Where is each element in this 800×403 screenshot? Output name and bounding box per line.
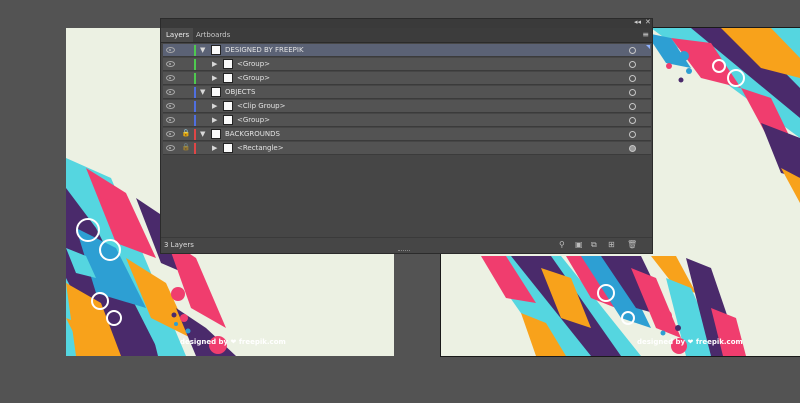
layer-thumbnail (211, 129, 221, 139)
target-circle-icon[interactable] (629, 89, 636, 96)
layer-color-bar (194, 101, 196, 112)
locate-object-icon[interactable]: ⚲ (559, 241, 565, 249)
target-circle-icon[interactable] (629, 131, 636, 138)
visibility-eye-icon[interactable] (166, 117, 175, 123)
new-layer-icon[interactable]: ⊞ (608, 241, 615, 249)
resize-grip[interactable] (398, 250, 410, 253)
expand-triangle-icon[interactable]: ▶ (212, 72, 217, 85)
layer-thumbnail (223, 59, 233, 69)
current-layer-indicator (646, 45, 650, 49)
layer-name[interactable]: BACKGROUNDS (225, 128, 280, 141)
visibility-eye-icon[interactable] (166, 103, 175, 109)
collapse-panel-button[interactable]: ◂◂ (634, 18, 641, 26)
left-credit-text: designed by ❤ freepik.com (180, 338, 286, 346)
panel-tab-bar: Layers Artboards ≡ (161, 28, 652, 43)
layer-thumbnail (223, 73, 233, 83)
layer-name[interactable]: DESIGNED BY FREEPIK (225, 44, 304, 57)
layer-thumbnail (223, 101, 233, 111)
layer-color-bar (194, 143, 196, 154)
expand-triangle-icon[interactable]: ▶ (212, 142, 217, 155)
target-circle-icon[interactable] (629, 47, 636, 54)
lock-toggle[interactable] (181, 87, 191, 98)
collapse-triangle-icon[interactable]: ▼ (200, 86, 205, 99)
lock-toggle[interactable] (181, 45, 191, 56)
layer-name[interactable]: OBJECTS (225, 86, 255, 99)
expand-triangle-icon[interactable]: ▶ (212, 114, 217, 127)
layer-color-bar (194, 115, 196, 126)
create-sublayer-icon[interactable]: ⧉ (591, 241, 597, 249)
visibility-eye-icon[interactable] (166, 89, 175, 95)
delete-icon[interactable]: 🗑 (627, 241, 637, 249)
target-circle-icon[interactable] (629, 145, 636, 152)
visibility-eye-icon[interactable] (166, 61, 175, 67)
layer-color-bar (194, 87, 196, 98)
layer-name[interactable]: <Group> (237, 114, 270, 127)
target-circle-icon[interactable] (629, 61, 636, 68)
layer-count: 3 Layers (164, 241, 194, 249)
sublayer-row[interactable]: ▶ <Clip Group> (163, 100, 651, 113)
lock-toggle[interactable] (181, 73, 191, 84)
expand-triangle-icon[interactable]: ▶ (212, 58, 217, 71)
close-panel-button[interactable]: ✕ (645, 18, 651, 26)
target-circle-icon[interactable] (629, 103, 636, 110)
layer-row[interactable]: 🔒 ▼ BACKGROUNDS (163, 128, 651, 141)
tab-layers[interactable]: Layers (161, 28, 193, 42)
right-credit-text: designed by ❤ freepik.com (637, 338, 743, 346)
target-circle-icon[interactable] (629, 75, 636, 82)
layer-thumbnail (223, 143, 233, 153)
lock-toggle[interactable] (181, 59, 191, 70)
layer-thumbnail (211, 87, 221, 97)
layers-panel[interactable]: ◂◂ ✕ Layers Artboards ≡ ▼ DESIGNED BY FRE… (160, 18, 653, 254)
visibility-eye-icon[interactable] (166, 131, 175, 137)
visibility-eye-icon[interactable] (166, 75, 175, 81)
expand-triangle-icon[interactable]: ▶ (212, 100, 217, 113)
layer-name[interactable]: <Clip Group> (237, 100, 286, 113)
layer-row[interactable]: ▼ DESIGNED BY FREEPIK (163, 44, 651, 57)
sublayer-row[interactable]: ▶ <Group> (163, 72, 651, 85)
sublayer-row[interactable]: 🔒 ▶ <Rectangle> (163, 142, 651, 155)
layer-name[interactable]: <Group> (237, 72, 270, 85)
lock-icon[interactable]: 🔒 (181, 129, 191, 140)
layer-color-bar (194, 73, 196, 84)
layer-color-bar (194, 129, 196, 140)
panel-menu-icon[interactable]: ≡ (642, 30, 649, 39)
visibility-eye-icon[interactable] (166, 145, 175, 151)
tab-artboards[interactable]: Artboards (191, 28, 235, 42)
layer-thumbnail (223, 115, 233, 125)
collapse-triangle-icon[interactable]: ▼ (200, 128, 205, 141)
layer-row[interactable]: ▼ OBJECTS (163, 86, 651, 99)
layer-color-bar (194, 59, 196, 70)
target-circle-icon[interactable] (629, 117, 636, 124)
layer-name[interactable]: <Group> (237, 58, 270, 71)
sublayer-row[interactable]: ▶ <Group> (163, 58, 651, 71)
panel-footer: 3 Layers ⚲ ▣ ⧉ ⊞ 🗑 (161, 237, 652, 253)
make-clipping-mask-icon[interactable]: ▣ (575, 241, 583, 249)
sublayer-row[interactable]: ▶ <Group> (163, 114, 651, 127)
lock-icon[interactable]: 🔒 (181, 143, 191, 154)
layer-name[interactable]: <Rectangle> (237, 142, 284, 155)
visibility-eye-icon[interactable] (166, 47, 175, 53)
layer-color-bar (194, 45, 196, 56)
lock-toggle[interactable] (181, 101, 191, 112)
layer-thumbnail (211, 45, 221, 55)
lock-toggle[interactable] (181, 115, 191, 126)
collapse-triangle-icon[interactable]: ▼ (200, 44, 205, 57)
